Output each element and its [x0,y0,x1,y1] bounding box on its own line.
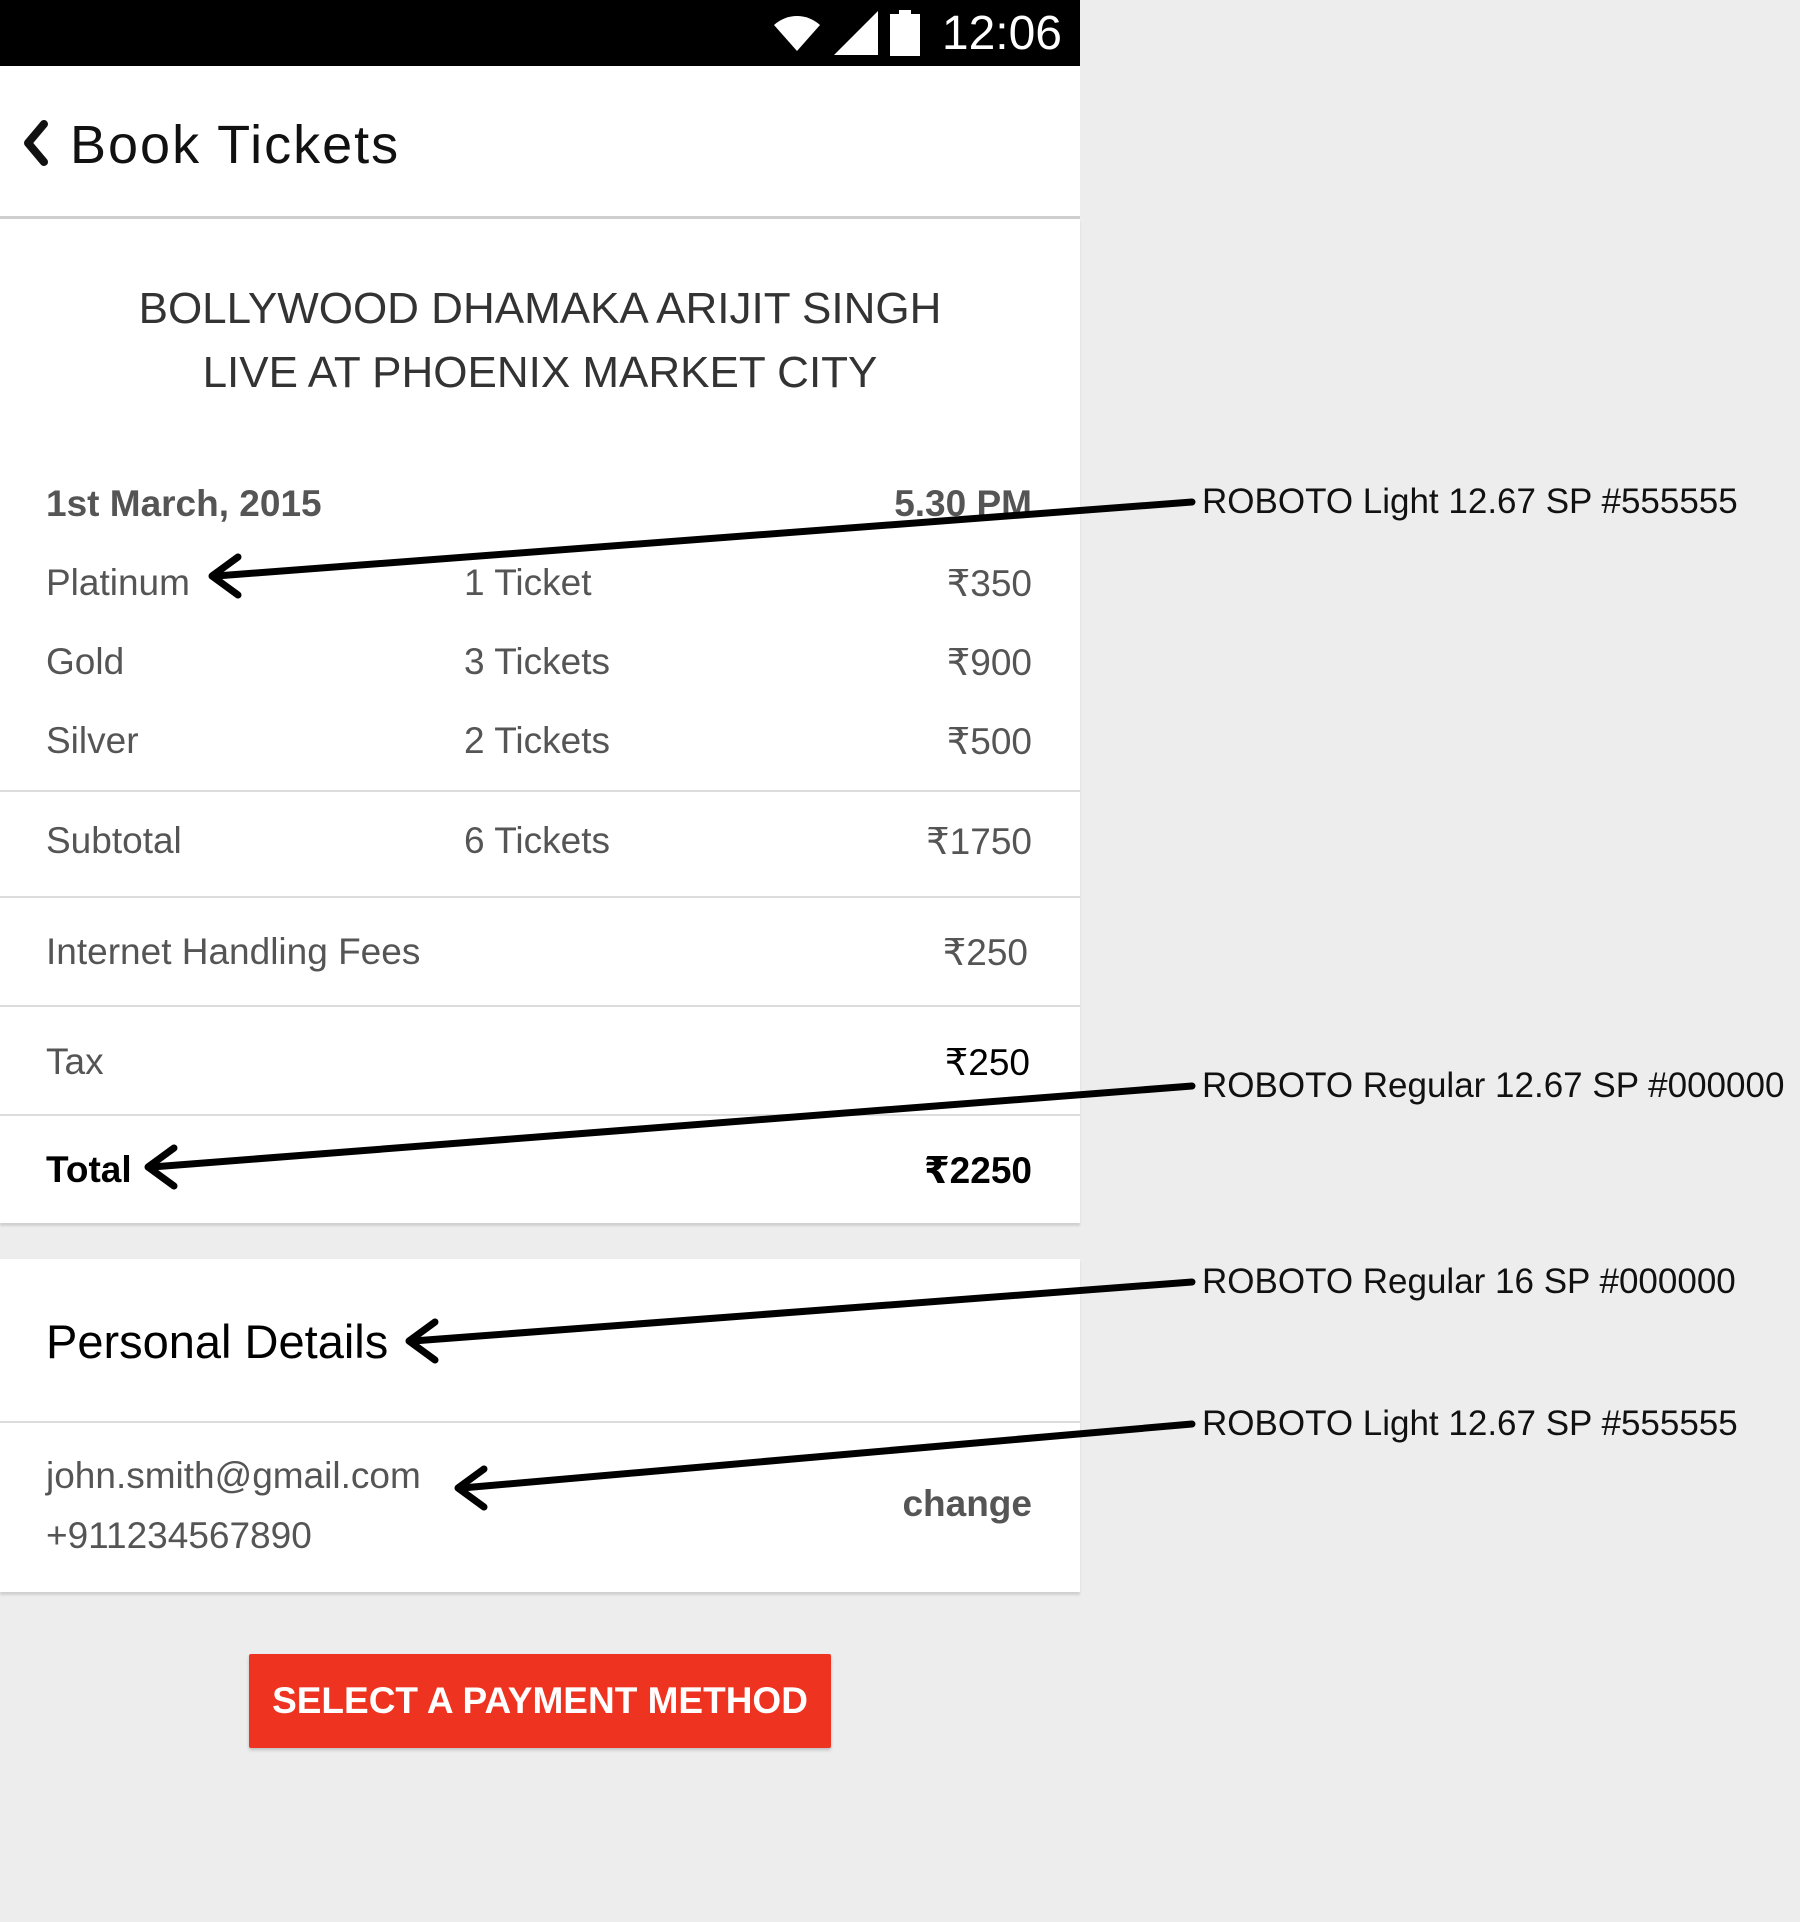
tax-price: ₹250 [944,1042,1030,1083]
ticket-count: 2 Tickets [464,720,610,761]
ticket-category: Gold [46,641,125,682]
event-title-line-2: LIVE AT PHOENIX MARKET CITY [202,348,878,397]
subtotal-count: 6 Tickets [464,820,610,861]
total-price: ₹2250 [923,1150,1032,1191]
event-date: 1st March, 2015 [46,483,322,524]
ticket-count: 3 Tickets [464,641,610,682]
screen: 12:06 Book Tickets BOLLYWOOD DHAMAKA ARI… [0,0,1800,1922]
booking-summary-card: BOLLYWOOD DHAMAKA ARIJIT SINGH LIVE AT P… [0,219,1080,1223]
event-title: BOLLYWOOD DHAMAKA ARIJIT SINGH LIVE AT P… [0,277,1080,405]
ticket-category: Platinum [46,562,190,603]
annotation-label: ROBOTO Regular 12.67 SP #000000 [1202,1066,1785,1105]
event-time: 5.30 PM [894,483,1032,524]
signal-icon [833,11,878,55]
email-value: john.smith@gmail.com [46,1455,421,1496]
fees-price: ₹250 [942,932,1028,973]
status-icons: 12:06 [772,0,1062,66]
personal-details-title: Personal Details [46,1315,389,1368]
ticket-category: Silver [46,720,139,761]
divider [0,896,1080,898]
page-title: Book Tickets [70,115,401,175]
subtotal-price: ₹1750 [926,821,1032,862]
personal-details-card: Personal Details john.smith@gmail.com +9… [0,1259,1080,1592]
divider [0,1421,1080,1423]
chevron-left-icon[interactable] [18,120,52,166]
change-link[interactable]: change [902,1483,1032,1525]
ticket-count: 1 Ticket [464,562,592,603]
divider [0,1114,1080,1116]
subtotal-label: Subtotal [46,820,182,861]
status-time: 12:06 [941,6,1062,60]
ticket-price: ₹500 [946,721,1032,762]
status-bar: 12:06 [0,0,1080,66]
event-title-line-1: BOLLYWOOD DHAMAKA ARIJIT SINGH [138,284,942,333]
app-bar: Book Tickets [0,66,1080,219]
annotation-label: ROBOTO Regular 16 SP #000000 [1202,1262,1736,1301]
ticket-price: ₹350 [946,563,1032,604]
total-label: Total [46,1149,132,1190]
battery-icon [889,10,920,56]
select-payment-method-button[interactable]: SELECT A PAYMENT METHOD [249,1654,831,1748]
annotation-label: ROBOTO Light 12.67 SP #555555 [1202,482,1738,521]
wifi-icon [773,16,820,51]
phone-value: +911234567890 [46,1515,312,1556]
fees-label: Internet Handling Fees [46,931,421,972]
tax-label: Tax [46,1041,104,1082]
divider [0,790,1080,792]
divider [0,1005,1080,1007]
annotation-label: ROBOTO Light 12.67 SP #555555 [1202,1404,1738,1443]
ticket-price: ₹900 [946,642,1032,683]
